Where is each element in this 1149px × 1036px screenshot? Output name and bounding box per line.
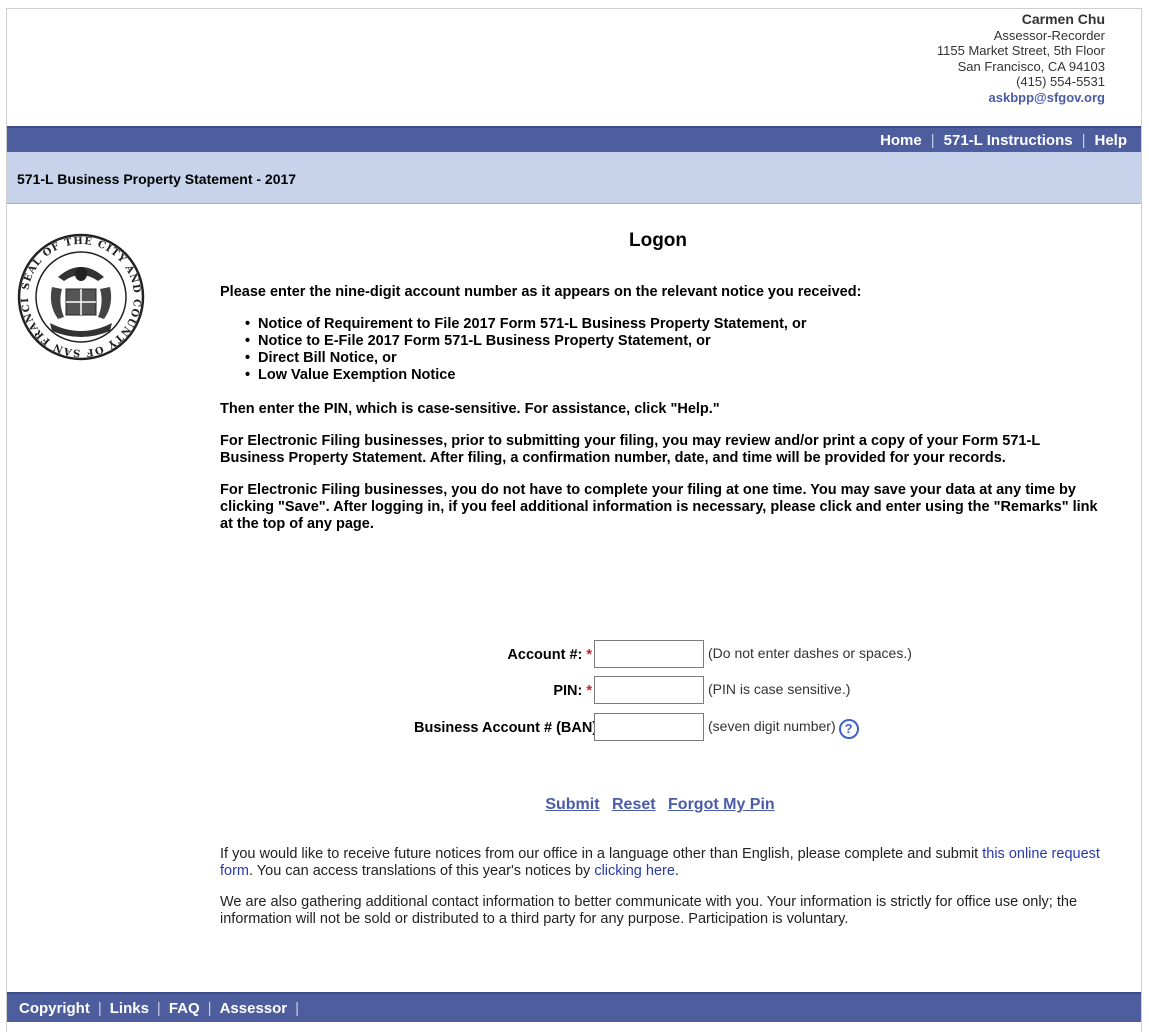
ban-hint: (seven digit number) xyxy=(708,718,836,734)
pin-hint: (PIN is case sensitive.) xyxy=(708,681,851,697)
footer-separator: | xyxy=(97,999,102,1017)
help-icon[interactable]: ? xyxy=(838,719,859,739)
list-item: Notice of Requirement to File 2017 Form … xyxy=(245,316,1100,333)
footer-copyright-link[interactable]: Copyright xyxy=(19,1000,90,1017)
required-marker: * xyxy=(586,683,592,699)
notes-section: If you would like to receive future noti… xyxy=(220,846,1100,942)
footer-separator: | xyxy=(207,999,212,1017)
save-instructions: For Electronic Filing businesses, you do… xyxy=(220,482,1098,532)
submit-button[interactable]: Submit xyxy=(545,796,599,813)
ban-row: Business Account # (BAN): (seven digit n… xyxy=(220,713,1100,741)
account-row: Account #: * (Do not enter dashes or spac… xyxy=(220,640,1100,668)
footer-separator: | xyxy=(156,999,161,1017)
nav-help-link[interactable]: Help xyxy=(1094,132,1127,149)
translations-link[interactable]: clicking here xyxy=(594,863,675,879)
pin-row: PIN: * (PIN is case sensitive.) xyxy=(220,676,1100,704)
top-navigation: Home | 571-L Instructions | Help xyxy=(7,126,1141,152)
page-title: 571-L Business Property Statement - 2017 xyxy=(7,152,1141,204)
pin-label: PIN: * xyxy=(553,683,592,699)
pin-input[interactable] xyxy=(594,676,704,704)
nav-separator: | xyxy=(1081,131,1086,149)
footer-links-link[interactable]: Links xyxy=(110,1000,149,1017)
ban-hint-wrap: (seven digit number)? xyxy=(708,718,859,739)
pin-instructions: Then enter the PIN, which is case-sensit… xyxy=(220,401,720,417)
instructions-content: Please enter the nine-digit account numb… xyxy=(220,284,1100,548)
city-seal-logo: SEAL OF THE CITY AND COUNTY OF SAN FRANC… xyxy=(16,227,145,361)
forgot-pin-link[interactable]: Forgot My Pin xyxy=(668,796,775,813)
review-instructions: For Electronic Filing businesses, prior … xyxy=(220,433,1040,466)
logon-heading: Logon xyxy=(628,230,688,251)
phone-number: (415) 554-5531 xyxy=(1016,74,1105,89)
ban-input[interactable] xyxy=(594,713,704,741)
reset-button[interactable]: Reset xyxy=(612,796,656,813)
account-number-input[interactable] xyxy=(594,640,704,668)
footer-assessor-link[interactable]: Assessor xyxy=(220,1000,288,1017)
contact-block: Carmen Chu Assessor-Recorder 1155 Market… xyxy=(936,11,1105,105)
ban-label: Business Account # (BAN): xyxy=(414,720,602,736)
list-item: Low Value Exemption Notice xyxy=(245,367,1100,384)
footer-faq-link[interactable]: FAQ xyxy=(169,1000,200,1017)
list-item: Direct Bill Notice, or xyxy=(245,350,1100,367)
assessor-name: Carmen Chu xyxy=(1021,11,1105,27)
assessor-title: Assessor-Recorder xyxy=(993,27,1105,43)
account-label: Account #: * xyxy=(507,647,592,663)
required-marker: * xyxy=(586,647,592,663)
footer-navigation: Copyright | Links | FAQ | Assessor | xyxy=(7,992,1141,1022)
email-link[interactable]: askbpp@sfgov.org xyxy=(989,90,1105,105)
nav-instructions-link[interactable]: 571-L Instructions xyxy=(944,132,1073,149)
address-line-2: San Francisco, CA 94103 xyxy=(957,58,1105,74)
footer-separator: | xyxy=(295,999,300,1017)
list-item: Notice to E-File 2017 Form 571-L Busines… xyxy=(245,333,1100,350)
contact-info-note: We are also gathering additional contact… xyxy=(220,894,1078,927)
address-line-1: 1155 Market Street, 5th Floor xyxy=(936,43,1105,58)
notice-list: Notice of Requirement to File 2017 Form … xyxy=(220,316,1100,384)
language-note: If you would like to receive future noti… xyxy=(220,846,1100,879)
account-hint: (Do not enter dashes or spaces.) xyxy=(708,645,912,661)
intro-text: Please enter the nine-digit account numb… xyxy=(220,284,862,300)
nav-separator: | xyxy=(930,131,935,149)
form-actions: Submit Reset Forgot My Pin xyxy=(220,796,1100,814)
nav-home-link[interactable]: Home xyxy=(880,132,922,149)
